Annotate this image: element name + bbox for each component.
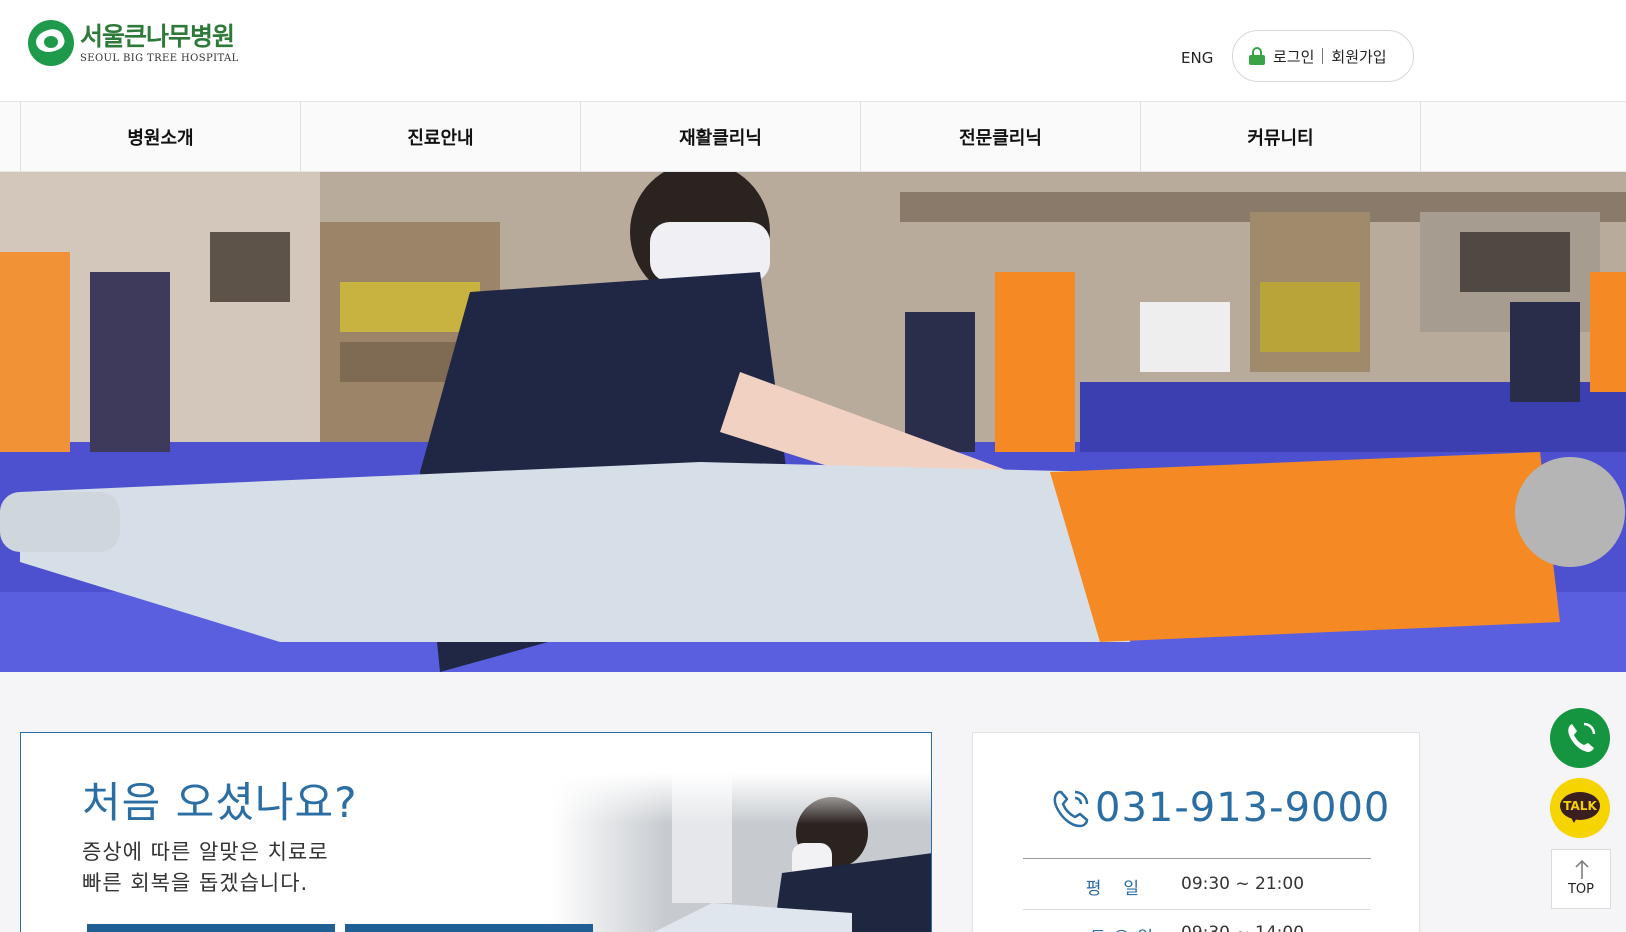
logo-korean-name: 서울큰나무병원 [80, 21, 235, 51]
nav-item-specialty-clinic[interactable]: 전문클리닉 [861, 102, 1141, 172]
logo-english-name: SEOUL BIG TREE HOSPITAL [80, 52, 239, 64]
scroll-top-button[interactable]: TOP [1551, 849, 1611, 909]
saturday-label: 토요일 [1023, 923, 1169, 932]
hero-image [0, 172, 1626, 672]
saturday-hours: 09:30 ~ 14:00 [1181, 923, 1304, 932]
first-visit-photo [552, 773, 931, 932]
first-visit-desc-line-1: 증상에 따른 알맞은 치료로 [82, 840, 329, 864]
nav-item-community[interactable]: 커뮤니티 [1141, 102, 1421, 172]
weekday-label: 평일 [1085, 879, 1161, 899]
hero-rehab-illustration [0, 172, 1626, 672]
lock-icon [1249, 47, 1265, 65]
logo-text: 서울큰나무병원 SEOUL BIG TREE HOSPITAL [80, 21, 239, 64]
saturday-hours-row: 토요일 09:30 ~ 14:00 [1023, 923, 1371, 932]
contact-divider [1023, 858, 1371, 859]
first-visit-button-2[interactable] [345, 924, 593, 932]
kakao-talk-float-button[interactable]: TALK [1550, 778, 1610, 838]
logo-mark-icon [28, 20, 74, 66]
login-link[interactable]: 로그인 [1273, 46, 1314, 67]
call-float-button[interactable] [1550, 708, 1610, 768]
first-visit-card[interactable]: 처음 오셨나요? 증상에 따른 알맞은 치료로 빠른 회복을 돕겠습니다. [20, 732, 932, 932]
hospital-logo[interactable]: 서울큰나무병원 SEOUL BIG TREE HOSPITAL [28, 20, 239, 66]
first-visit-title: 처음 오셨나요? [82, 778, 358, 827]
phone-number[interactable]: 031-913-9000 [1095, 785, 1390, 831]
arrow-up-icon [1575, 860, 1589, 879]
phone-icon [1053, 790, 1089, 828]
english-language-link[interactable]: ENG [1181, 49, 1213, 67]
hours-divider [1023, 909, 1371, 910]
phone-icon [1568, 722, 1596, 752]
top-label: TOP [1567, 882, 1594, 897]
weekday-hours-row: 평일 09:30 ~ 21:00 [1023, 874, 1371, 899]
first-visit-description: 증상에 따른 알맞은 치료로 빠른 회복을 돕겠습니다. [82, 837, 329, 899]
nav-item-treatment-info[interactable]: 진료안내 [301, 102, 581, 172]
contact-card: 031-913-9000 평일 09:30 ~ 21:00 토요일 09:30 … [972, 732, 1420, 932]
auth-divider [1322, 48, 1324, 64]
nav-item-rehab-clinic[interactable]: 재활클리닉 [581, 102, 861, 172]
talk-label: TALK [1563, 799, 1597, 813]
phone-line[interactable]: 031-913-9000 [1049, 785, 1390, 831]
nav-item-hospital-intro[interactable]: 병원소개 [21, 102, 301, 172]
main-navigation: 병원소개 진료안내 재활클리닉 전문클리닉 커뮤니티 [0, 102, 1626, 172]
auth-links: 로그인 회원가입 [1232, 30, 1414, 82]
weekday-hours: 09:30 ~ 21:00 [1181, 874, 1305, 894]
first-visit-button-1[interactable] [87, 924, 335, 932]
first-visit-desc-line-2: 빠른 회복을 돕겠습니다. [82, 871, 309, 895]
signup-link[interactable]: 회원가입 [1331, 46, 1386, 67]
site-header: 서울큰나무병원 SEOUL BIG TREE HOSPITAL ENG 로그인 … [0, 0, 1626, 102]
